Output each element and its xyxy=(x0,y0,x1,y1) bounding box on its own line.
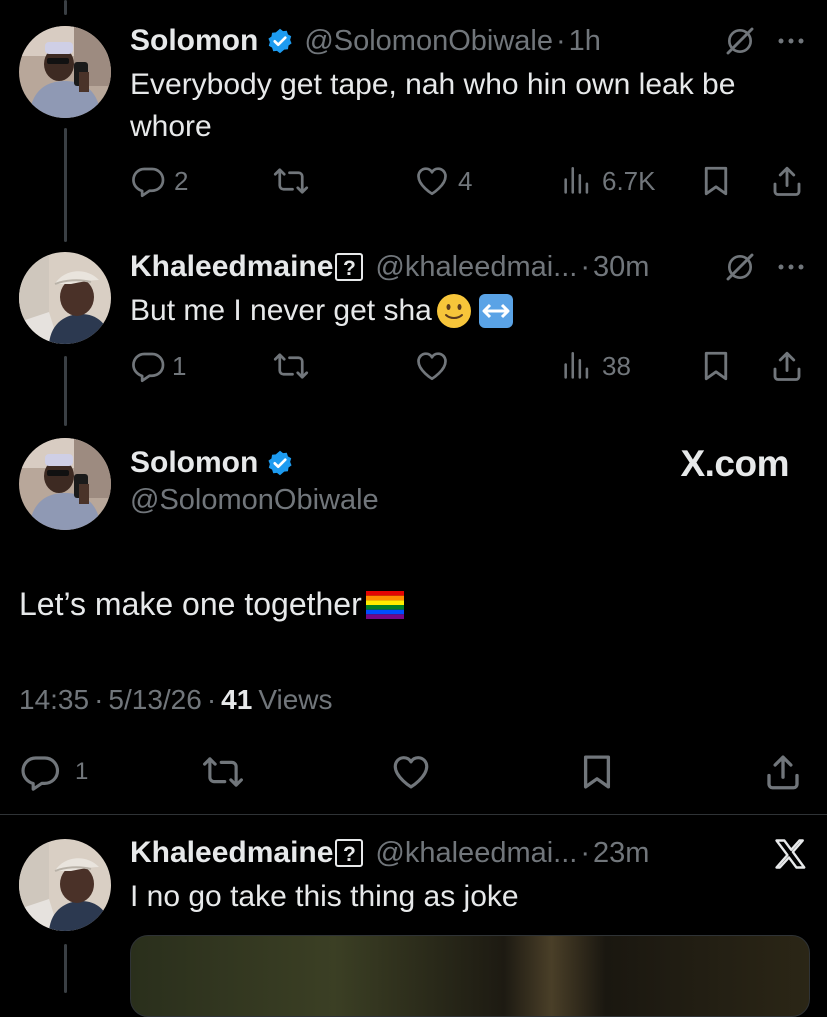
verified-badge-icon xyxy=(266,27,294,55)
tweet-header: Khaleedmaine ? @khaleedmai... · 23m xyxy=(130,834,649,872)
tweet-text: But me I never get sha xyxy=(130,290,514,332)
author-handle[interactable]: @khaleedmai... xyxy=(375,837,577,870)
thread-line xyxy=(64,944,67,993)
bookmark-button[interactable] xyxy=(576,751,618,793)
like-button[interactable] xyxy=(389,751,433,793)
reply-count: 1 xyxy=(172,350,187,381)
share-icon xyxy=(769,163,805,199)
reply-icon xyxy=(130,348,166,384)
tweet-time[interactable]: 23m xyxy=(593,837,649,870)
thread-line-top xyxy=(64,0,67,15)
like-button[interactable] xyxy=(414,348,450,384)
views-count: 6.7K xyxy=(602,165,656,196)
reply-icon xyxy=(19,751,61,793)
separator-dot: · xyxy=(580,250,591,283)
rainbow-flag-icon xyxy=(365,590,404,619)
author-name[interactable]: Solomon xyxy=(130,446,258,480)
reply-button[interactable]: 2 xyxy=(130,163,188,199)
tweet-text: I no go take this thing as joke xyxy=(130,880,519,913)
tweet-text: Everybody get tape, nah who hin own leak… xyxy=(130,64,810,148)
author-handle[interactable]: @SolomonObiwale xyxy=(130,484,379,517)
reply-count: 1 xyxy=(75,758,89,785)
share-button[interactable] xyxy=(769,348,805,384)
avatar[interactable] xyxy=(19,26,111,118)
retweet-button[interactable] xyxy=(272,163,310,199)
reply-button[interactable]: 1 xyxy=(130,348,186,384)
author-name[interactable]: Solomon xyxy=(130,24,258,58)
avatar[interactable] xyxy=(19,252,111,344)
thread-line xyxy=(64,356,67,426)
heart-icon xyxy=(389,751,433,793)
retweet-icon xyxy=(272,163,310,199)
views-count: 41 xyxy=(221,684,253,715)
separator-dot: · xyxy=(556,24,566,57)
tweet-text-line: whore xyxy=(130,110,212,143)
tweet-time[interactable]: 1h xyxy=(569,25,601,58)
slightly-smiling-face-icon xyxy=(436,294,471,328)
author-name[interactable]: Khaleedmaine xyxy=(130,250,333,284)
verified-badge-icon xyxy=(266,449,294,477)
watermark-text: X.com xyxy=(680,443,789,484)
tweet-header: Solomon @SolomonObiwale · 1h xyxy=(130,22,601,60)
emoji-placeholder-icon: ? xyxy=(335,839,364,867)
share-button[interactable] xyxy=(762,751,804,793)
tweet-text-line: Everybody get tape, nah who hin own leak… xyxy=(130,68,736,101)
separator-dot: · xyxy=(94,684,104,715)
main-tweet-author: Solomon @SolomonObiwale xyxy=(130,444,379,517)
views-button[interactable]: 6.7K xyxy=(560,163,656,199)
bookmark-icon xyxy=(698,348,734,384)
share-icon xyxy=(762,751,804,793)
views-button[interactable]: 38 xyxy=(560,348,631,384)
tweet-meta: 14:35 · 5/13/26 · 41 Views xyxy=(19,684,333,716)
like-button[interactable]: 4 xyxy=(414,163,472,199)
left-right-arrow-icon xyxy=(478,294,513,328)
media-preview[interactable] xyxy=(130,935,810,1017)
share-icon xyxy=(769,348,805,384)
separator-dot: · xyxy=(206,684,217,715)
bookmark-icon xyxy=(576,751,618,793)
separator-dot: · xyxy=(580,836,591,869)
views-icon xyxy=(560,348,594,384)
heart-icon xyxy=(414,163,450,199)
retweet-button[interactable] xyxy=(200,751,246,793)
views-count: 38 xyxy=(602,350,631,381)
retweet-button[interactable] xyxy=(272,348,310,384)
main-tweet-text: Let’s make one together xyxy=(19,586,404,623)
like-count: 4 xyxy=(458,165,473,196)
retweet-icon xyxy=(272,348,310,384)
tweet-text-line: Let’s make one together xyxy=(19,586,362,622)
views-icon xyxy=(560,163,594,199)
author-name[interactable]: Khaleedmaine xyxy=(130,836,333,870)
bookmark-icon xyxy=(698,163,734,199)
x-logo-icon[interactable] xyxy=(772,836,808,872)
emoji-placeholder-icon: ? xyxy=(335,253,364,281)
bookmark-button[interactable] xyxy=(698,163,734,199)
grok-icon[interactable] xyxy=(724,251,756,283)
tweet-time[interactable]: 14:35 xyxy=(19,684,89,716)
bookmark-button[interactable] xyxy=(698,348,734,384)
grok-icon[interactable] xyxy=(724,25,756,57)
share-button[interactable] xyxy=(769,163,805,199)
heart-icon xyxy=(414,348,450,384)
retweet-icon xyxy=(200,751,246,793)
avatar[interactable] xyxy=(19,438,111,530)
thread-line xyxy=(64,128,67,242)
avatar[interactable] xyxy=(19,839,111,931)
reply-icon xyxy=(130,163,166,199)
author-handle[interactable]: @SolomonObiwale xyxy=(304,25,553,58)
divider xyxy=(0,814,827,815)
more-options-icon[interactable] xyxy=(776,26,806,56)
reply-count: 2 xyxy=(174,165,189,196)
tweet-text-line: But me I never get sha xyxy=(130,294,432,327)
views-label[interactable]: Views xyxy=(258,684,332,716)
more-options-icon[interactable] xyxy=(776,252,806,282)
tweet-header: Khaleedmaine ? @khaleedmai... · 30m xyxy=(130,248,649,286)
reply-button[interactable]: 1 xyxy=(19,751,88,793)
author-handle[interactable]: @khaleedmai... xyxy=(375,251,577,284)
tweet-time[interactable]: 30m xyxy=(593,251,649,284)
tweet-date[interactable]: 5/13/26 xyxy=(108,684,201,716)
